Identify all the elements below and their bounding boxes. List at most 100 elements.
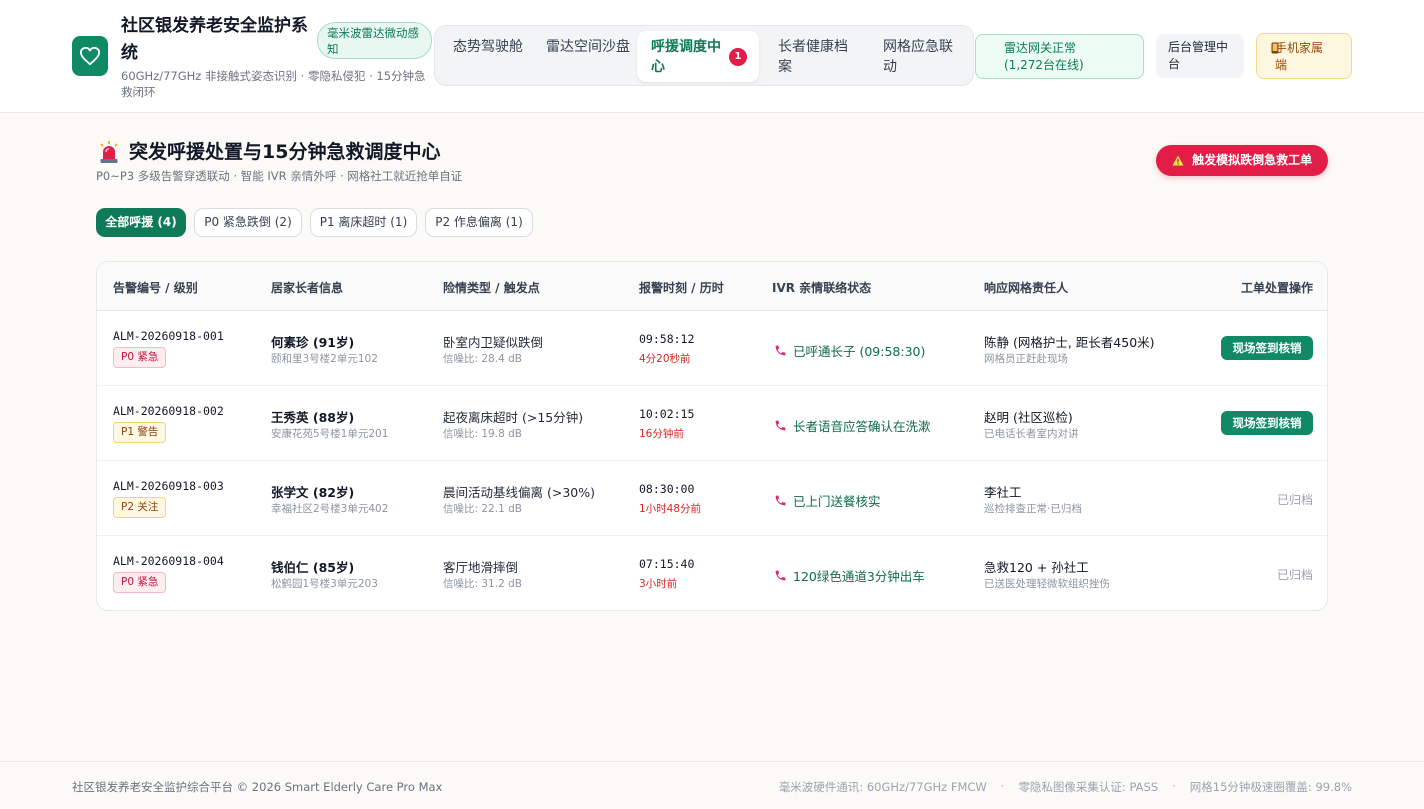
elder-address: 颐和里3号楼2单元102 xyxy=(271,353,378,365)
ivr-status: 已呼通长子 (09:58:30) xyxy=(793,344,926,359)
elapsed-time: 16分钟前 xyxy=(639,428,684,440)
elapsed-time: 1小时48分前 xyxy=(639,503,702,515)
tab-dashboard[interactable]: 态势驾驶舱 xyxy=(453,31,523,82)
level-badge: P0 紧急 xyxy=(113,347,167,368)
elder-name: 张学文 (82岁) xyxy=(271,485,355,500)
level-badge: P2 关注 xyxy=(113,497,167,518)
alert-id: ALM-20260918-003 xyxy=(113,479,224,493)
phone-icon xyxy=(774,417,787,431)
filter-p2[interactable]: P2 作息偏离 (1) xyxy=(425,208,533,237)
risk-type: 客厅地滑摔倒 xyxy=(443,560,519,575)
filter-all[interactable]: 全部呼援 (4) xyxy=(96,208,186,237)
signal-noise-ratio: 信噪比: 31.2 dB xyxy=(443,578,522,590)
alert-time: 10:02:15 xyxy=(639,407,695,421)
alert-table: 告警编号 / 级别 居家长者信息 险情类型 / 触发点 报警时刻 / 历时 IV… xyxy=(96,261,1328,611)
gateway-status[interactable]: 雷达网关正常 (1,272台在线) xyxy=(975,34,1144,79)
archived-status: 已归档 xyxy=(1276,493,1313,507)
elder-name: 何素珍 (91岁) xyxy=(271,335,355,350)
elapsed-time: 4分20秒前 xyxy=(639,353,691,365)
alert-id: ALM-20260918-001 xyxy=(113,329,224,343)
tab-health-records[interactable]: 长者健康档案 xyxy=(778,31,854,82)
footer-privacy-cert: 零隐私图像采集认证: PASS xyxy=(1018,780,1159,794)
responder-status: 网格员正赶赴现场 xyxy=(984,353,1068,365)
admin-console-button[interactable]: 后台管理中台 xyxy=(1156,34,1244,78)
col-ivr-status: IVR 亲情联络状态 xyxy=(772,281,872,295)
heart-icon[interactable] xyxy=(72,36,108,76)
col-risk-type: 险情类型 / 触发点 xyxy=(443,281,540,295)
siren-icon xyxy=(98,140,120,164)
table-row[interactable]: ALM-20260918-002 P1 警告 王秀英 (88岁) 安康花苑5号楼… xyxy=(97,386,1327,461)
footer-separator: · xyxy=(1000,779,1005,793)
responder-name: 急救120 + 孙社工 xyxy=(984,560,1089,575)
risk-type: 卧室内卫疑似跌倒 xyxy=(443,335,544,350)
table-row[interactable]: ALM-20260918-004 P0 紧急 钱伯仁 (85岁) 松鹤园1号楼3… xyxy=(97,536,1327,610)
archived-status: 已归档 xyxy=(1276,568,1313,582)
tab-dispatch-count-badge: 1 xyxy=(729,48,747,66)
tab-dispatch-center[interactable]: 呼援调度中心 1 xyxy=(637,31,759,82)
main-nav: 态势驾驶舱 雷达空间沙盘 呼援调度中心 1 长者健康档案 网格应急联动 xyxy=(434,25,974,86)
elder-name: 钱伯仁 (85岁) xyxy=(271,560,355,575)
app-footer: 社区银发养老安全监护综合平台 © 2026 Smart Elderly Care… xyxy=(0,761,1424,809)
col-alert-time: 报警时刻 / 历时 xyxy=(639,281,724,295)
tab-radar-sandbox[interactable]: 雷达空间沙盘 xyxy=(546,31,630,82)
responder-status: 巡检排查正常·已归档 xyxy=(984,503,1082,515)
page-title: 突发呼援处置与15分钟急救调度中心 xyxy=(129,141,441,163)
family-app-button[interactable]: 手机家属端 xyxy=(1256,33,1352,79)
ivr-status: 120绿色通道3分钟出车 xyxy=(793,569,925,584)
elapsed-time: 3小时前 xyxy=(639,578,678,590)
phone-icon xyxy=(774,492,787,506)
page-subtitle: P0~P3 多级告警穿透联动 · 智能 IVR 亲情外呼 · 网格社工就近抢单自… xyxy=(96,169,463,183)
phone-icon xyxy=(774,342,787,356)
ivr-status: 已上门送餐核实 xyxy=(793,494,881,509)
phone-icon xyxy=(1271,42,1279,59)
table-header: 告警编号 / 级别 居家长者信息 险情类型 / 触发点 报警时刻 / 历时 IV… xyxy=(97,262,1327,311)
col-responder: 响应网格责任人 xyxy=(984,281,1069,295)
responder-name: 陈静 (网格护士, 距长者450米) xyxy=(984,335,1155,350)
filter-p1[interactable]: P1 离床超时 (1) xyxy=(310,208,417,237)
responder-name: 李社工 xyxy=(984,485,1022,500)
footer-separator: · xyxy=(1172,779,1176,793)
filter-p0[interactable]: P0 紧急跌倒 (2) xyxy=(194,208,302,237)
elder-name: 王秀英 (88岁) xyxy=(271,410,355,425)
tab-emergency-grid[interactable]: 网格应急联动 xyxy=(883,31,959,82)
responder-name: 赵明 (社区巡检) xyxy=(984,410,1073,425)
trigger-fall-alert-label: 触发模拟跌倒急救工单 xyxy=(1192,153,1313,167)
app-subtitle: 60GHz/77GHz 非接触式姿态识别 · 零隐私侵犯 · 15分钟急救闭环 xyxy=(121,69,426,99)
app-header: 社区银发养老安全监护系统 60GHz/77GHz 非接触式姿态识别 · 零隐私侵… xyxy=(0,0,1424,113)
phone-icon xyxy=(774,567,787,581)
risk-type: 起夜离床超时 (>15分钟) xyxy=(443,410,584,425)
signal-noise-ratio: 信噪比: 22.1 dB xyxy=(443,503,522,515)
table-row[interactable]: ALM-20260918-003 P2 关注 张学文 (82岁) 幸福社区2号楼… xyxy=(97,461,1327,536)
col-elder-info: 居家长者信息 xyxy=(271,281,344,295)
trigger-fall-alert-button[interactable]: 触发模拟跌倒急救工单 xyxy=(1156,145,1328,176)
elder-address: 幸福社区2号楼3单元402 xyxy=(271,503,389,515)
footer-copyright: 社区银发养老安全监护综合平台 © 2026 Smart Elderly Care… xyxy=(72,780,443,794)
col-actions: 工单处置操作 xyxy=(1240,281,1313,295)
alert-id: ALM-20260918-002 xyxy=(113,404,224,418)
family-app-label: 手机家属端 xyxy=(1275,41,1324,72)
footer-stats: 毫米波硬件通讯: 60GHz/77GHz FMCW · 零隐私图像采集认证: P… xyxy=(779,779,1352,795)
ivr-status: 长者语音应答确认在洗漱 xyxy=(793,419,931,434)
tab-dispatch-label: 呼援调度中心 xyxy=(651,39,721,75)
level-badge: P1 警告 xyxy=(113,422,167,443)
warning-icon xyxy=(1172,147,1184,178)
risk-type: 晨间活动基线偏离 (>30%) xyxy=(443,485,595,500)
elder-address: 安康花苑5号楼1单元201 xyxy=(271,428,389,440)
responder-status: 已电话长者室内对讲 xyxy=(984,428,1079,440)
alert-time: 09:58:12 xyxy=(639,332,695,346)
responder-status: 已送医处理轻微软组织挫伤 xyxy=(984,578,1110,590)
app-title: 社区银发养老安全监护系统 xyxy=(121,16,308,63)
signal-noise-ratio: 信噪比: 19.8 dB xyxy=(443,428,522,440)
footer-hardware-comm: 毫米波硬件通讯: 60GHz/77GHz FMCW xyxy=(778,780,987,794)
signal-noise-ratio: 信噪比: 28.4 dB xyxy=(443,353,522,365)
table-row[interactable]: ALM-20260918-001 P0 紧急 何素珍 (91岁) 颐和里3号楼2… xyxy=(97,311,1327,386)
check-in-button[interactable]: 现场签到核销 xyxy=(1221,411,1313,435)
radar-badge: 毫米波雷达微动感知 xyxy=(317,22,432,59)
elder-address: 松鹤园1号楼3单元203 xyxy=(271,578,378,590)
footer-grid-coverage: 网格15分钟极速圈覆盖: 99.8% xyxy=(1189,780,1352,794)
col-alert-id: 告警编号 / 级别 xyxy=(113,281,198,295)
check-in-button[interactable]: 现场签到核销 xyxy=(1221,336,1313,360)
alert-id: ALM-20260918-004 xyxy=(113,554,224,568)
alert-time: 07:15:40 xyxy=(639,557,695,571)
alert-time: 08:30:00 xyxy=(639,482,695,496)
